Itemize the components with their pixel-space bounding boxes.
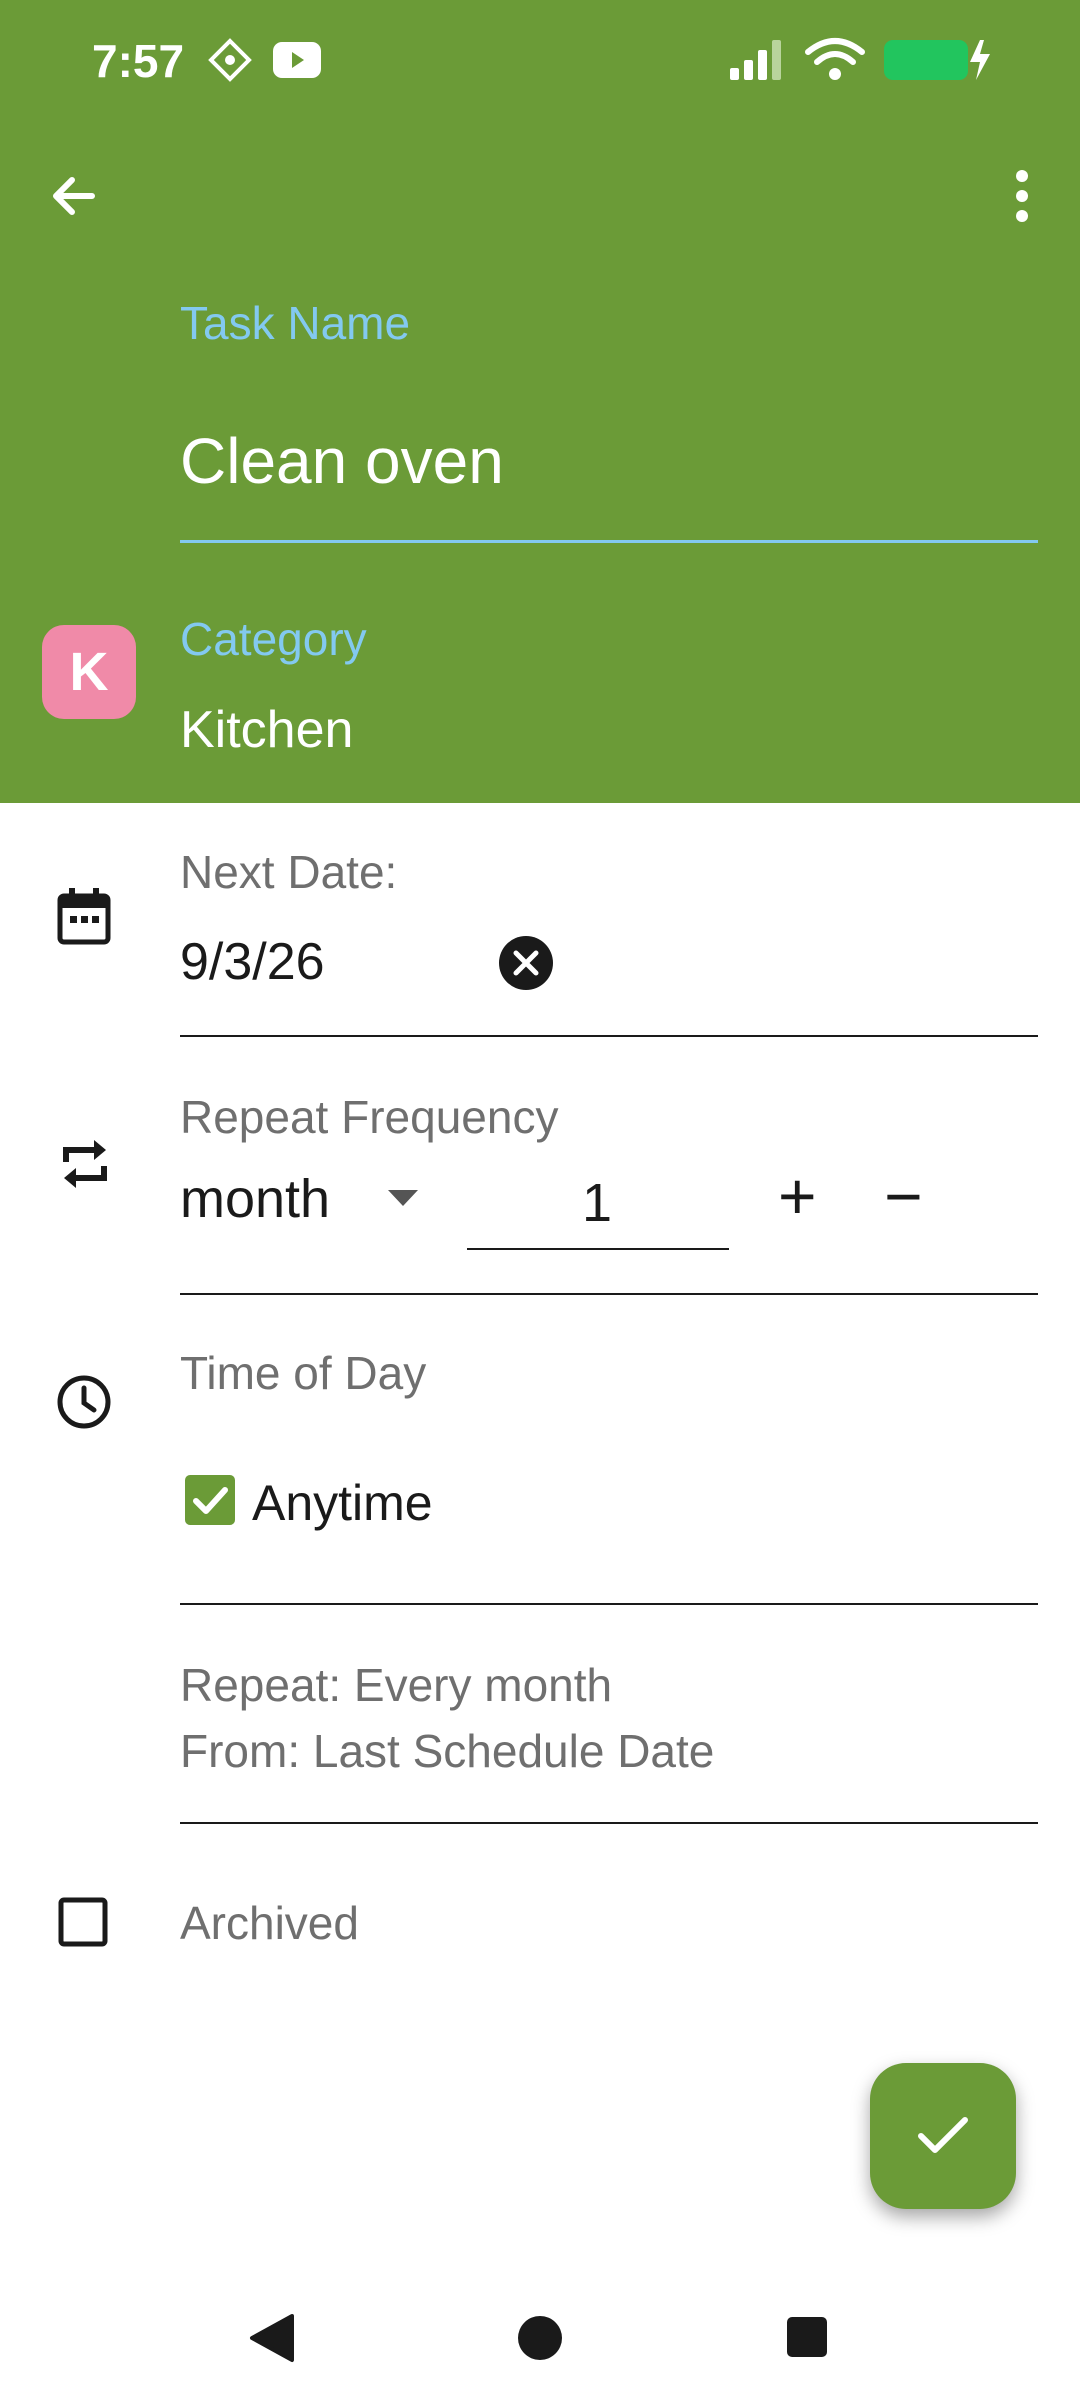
next-date-label: Next Date: bbox=[180, 846, 398, 898]
gps-icon bbox=[208, 38, 252, 82]
youtube-icon bbox=[273, 42, 321, 78]
frequency-count-input[interactable]: 1 bbox=[582, 1172, 612, 1234]
status-time: 7:57 bbox=[92, 35, 185, 87]
time-of-day-underline bbox=[180, 1603, 1038, 1605]
decrement-button[interactable]: − bbox=[884, 1158, 923, 1234]
frequency-unit-dropdown[interactable]: month bbox=[180, 1168, 330, 1230]
repeat-frequency-label: Repeat Frequency bbox=[180, 1091, 559, 1143]
nav-recents-icon[interactable] bbox=[785, 2315, 829, 2359]
dropdown-arrow-icon[interactable] bbox=[388, 1190, 418, 1208]
battery-icon bbox=[884, 40, 990, 80]
time-of-day-label: Time of Day bbox=[180, 1347, 427, 1399]
nav-home-icon[interactable] bbox=[514, 2312, 566, 2364]
more-options-icon[interactable] bbox=[1002, 166, 1042, 226]
app-header: 7:57 Task Name Clean oven K Category Kit… bbox=[0, 0, 1080, 803]
repeat-icon bbox=[63, 1140, 107, 1188]
task-name-label: Task Name bbox=[180, 297, 411, 349]
category-avatar: K bbox=[42, 625, 136, 719]
clock-icon bbox=[57, 1375, 111, 1429]
repeat-frequency-underline bbox=[180, 1293, 1038, 1295]
back-arrow-icon[interactable] bbox=[44, 166, 104, 226]
from-summary-text: From: Last Schedule Date bbox=[180, 1725, 715, 1777]
category-avatar-letter: K bbox=[69, 642, 109, 702]
summary-underline bbox=[180, 1822, 1038, 1824]
save-button[interactable] bbox=[870, 2063, 1016, 2209]
task-name-input[interactable]: Clean oven bbox=[180, 424, 504, 498]
task-name-underline bbox=[180, 540, 1038, 543]
calendar-icon bbox=[57, 888, 111, 945]
increment-button[interactable]: + bbox=[778, 1158, 817, 1234]
wifi-icon bbox=[805, 38, 865, 80]
next-date-underline bbox=[180, 1035, 1038, 1037]
signal-icon bbox=[730, 40, 781, 80]
category-value[interactable]: Kitchen bbox=[180, 700, 353, 760]
archived-label[interactable]: Archived bbox=[180, 1896, 359, 1950]
category-label: Category bbox=[180, 613, 367, 665]
repeat-summary-text: Repeat: Every month bbox=[180, 1659, 613, 1711]
check-icon bbox=[918, 2117, 968, 2153]
archived-checkbox[interactable] bbox=[58, 1897, 108, 1947]
frequency-count-underline bbox=[467, 1248, 729, 1250]
nav-back-icon[interactable] bbox=[246, 2312, 296, 2364]
next-date-value[interactable]: 9/3/26 bbox=[180, 932, 325, 992]
anytime-checkbox[interactable] bbox=[185, 1475, 235, 1525]
clear-date-icon[interactable] bbox=[498, 935, 554, 991]
anytime-label[interactable]: Anytime bbox=[252, 1474, 433, 1532]
